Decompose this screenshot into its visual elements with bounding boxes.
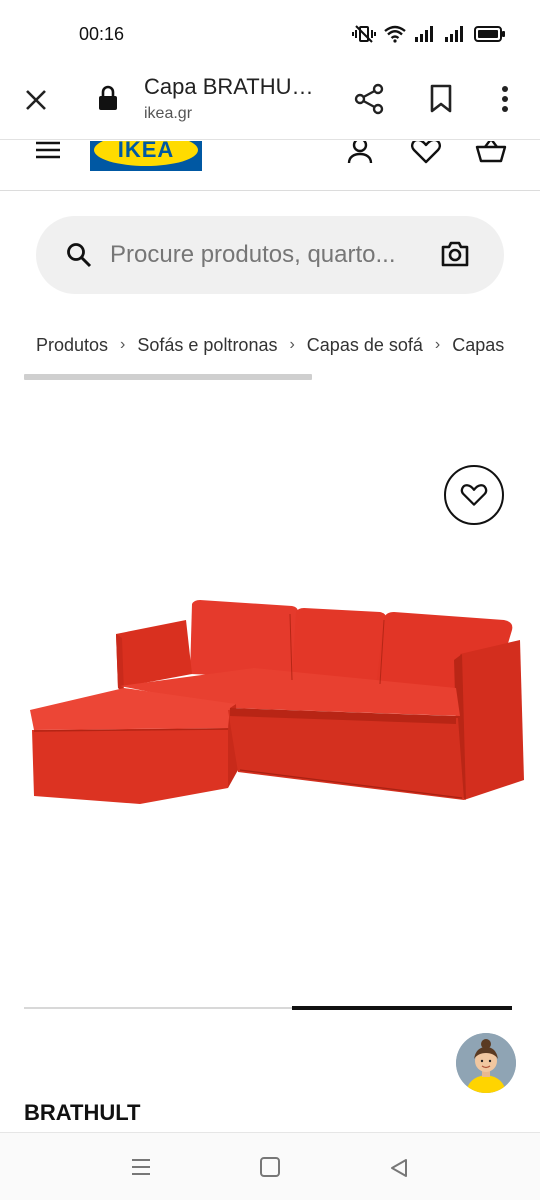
breadcrumb-separator: › xyxy=(289,336,295,353)
more-vert-icon[interactable] xyxy=(492,80,518,118)
mute-vibrate-icon xyxy=(352,25,376,43)
back-icon[interactable] xyxy=(388,1157,410,1179)
signal-icon xyxy=(445,26,463,42)
page-domain: ikea.gr xyxy=(144,105,193,122)
site-header: IKEA xyxy=(0,141,540,191)
breadcrumb-separator: › xyxy=(120,336,126,353)
breadcrumb-scrollbar[interactable] xyxy=(24,374,312,380)
camera-icon[interactable] xyxy=(440,240,470,268)
lock-icon xyxy=(96,84,120,112)
profile-icon[interactable] xyxy=(344,141,376,165)
page-title: Capa BRATHU… xyxy=(144,74,314,99)
battery-icon xyxy=(474,26,505,42)
browser-toolbar: Capa BRATHU… ikea.gr xyxy=(0,68,540,140)
system-nav-bar xyxy=(0,1132,540,1200)
wifi-icon xyxy=(384,25,406,43)
ikea-logo[interactable]: IKEA xyxy=(90,141,202,171)
breadcrumb: Produtos › Sofás e poltronas › Capas de … xyxy=(36,330,540,360)
signal-icon xyxy=(415,26,433,42)
status-icons xyxy=(352,24,506,44)
heart-icon xyxy=(460,484,488,506)
breadcrumb-separator: › xyxy=(434,336,441,353)
bookmark-icon[interactable] xyxy=(424,80,458,118)
product-image[interactable] xyxy=(24,590,528,815)
share-icon[interactable] xyxy=(350,80,388,118)
home-icon[interactable] xyxy=(260,1157,280,1177)
status-bar: 00:16 xyxy=(0,0,540,68)
chat-assistant-avatar[interactable] xyxy=(456,1033,516,1093)
gallery-progress-indicator xyxy=(292,1006,512,1010)
breadcrumb-link-sofas[interactable]: Sofás e poltronas xyxy=(137,335,277,356)
search-bar[interactable]: Procure produtos, quarto... xyxy=(36,216,504,294)
logo-text: IKEA xyxy=(94,141,198,166)
product-name: BRATHULT xyxy=(24,1100,141,1125)
close-icon[interactable] xyxy=(18,82,54,118)
menu-icon[interactable] xyxy=(34,141,62,161)
status-time: 00:16 xyxy=(79,24,125,44)
recents-icon[interactable] xyxy=(130,1157,152,1177)
breadcrumb-link-produtos[interactable]: Produtos xyxy=(36,335,108,356)
breadcrumb-link-capas[interactable]: Capas xyxy=(452,335,504,356)
gallery-progress[interactable] xyxy=(24,1006,512,1010)
add-to-wishlist-button[interactable] xyxy=(444,465,504,525)
search-input[interactable]: Procure produtos, quarto... xyxy=(110,241,396,269)
heart-icon[interactable] xyxy=(410,141,442,165)
breadcrumb-link-capas-de-sofa[interactable]: Capas de sofá xyxy=(307,335,423,356)
cart-icon[interactable] xyxy=(475,141,507,165)
search-icon xyxy=(66,242,92,268)
